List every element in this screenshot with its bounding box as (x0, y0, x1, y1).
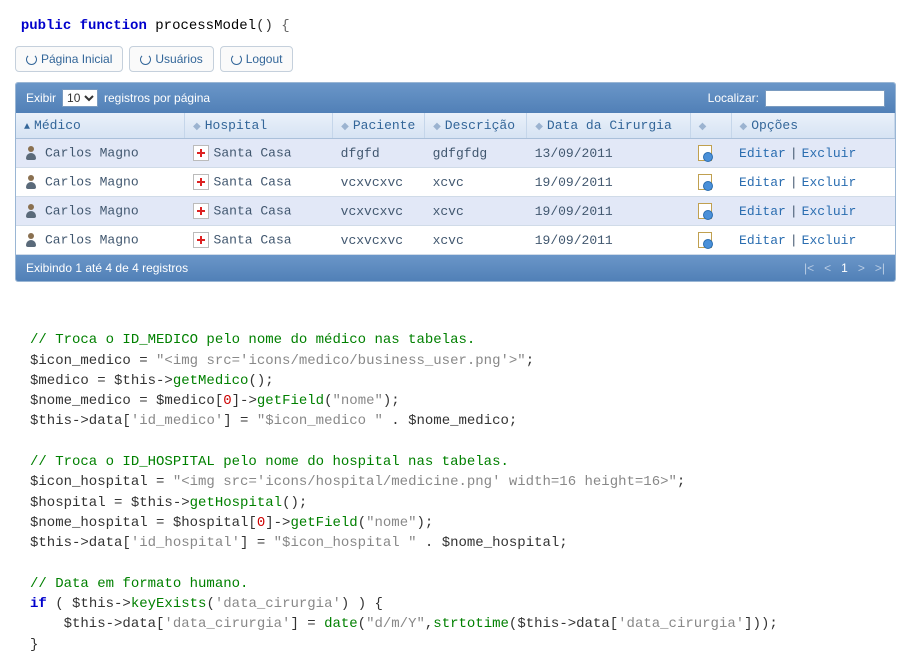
col-icon[interactable] (690, 113, 731, 139)
sort-asc-icon (24, 122, 30, 133)
cell-paciente: vcxvcxvc (333, 197, 425, 226)
edit-link[interactable]: Editar (739, 175, 786, 190)
cell-hospital: Santa Casa (214, 174, 292, 189)
cell-paciente: vcxvcxvc (333, 226, 425, 255)
table-row: Carlos Magno Santa Casa vcxvcxvcxcvc19/09/… (16, 226, 895, 255)
logout-button[interactable]: Logout (220, 46, 294, 72)
datatable-footer: Exibindo 1 até 4 de 4 registros |< < 1 >… (16, 255, 895, 281)
datatable-toolbar: Exibir 10 registros por página Localizar… (16, 83, 895, 113)
col-descricao[interactable]: Descrição (425, 113, 527, 139)
cell-medico: Carlos Magno (45, 174, 139, 189)
keyword-function: function (80, 18, 147, 34)
col-hospital[interactable]: Hospital (185, 113, 333, 139)
col-opcoes[interactable]: Opções (731, 113, 894, 139)
delete-link[interactable]: Excluir (802, 175, 857, 190)
page-info-icon[interactable] (698, 232, 712, 248)
table-header-row: Médico Hospital Paciente Descrição Data … (16, 113, 895, 139)
search-input[interactable] (765, 90, 885, 107)
pager-current[interactable]: 1 (841, 261, 848, 275)
table-row: Carlos Magno Santa Casa vcxvcxvcxcvc19/09/… (16, 197, 895, 226)
delete-link[interactable]: Excluir (802, 233, 857, 248)
cell-descricao: xcvc (425, 226, 527, 255)
home-button-label: Página Inicial (41, 52, 112, 66)
cell-descricao: xcvc (425, 197, 527, 226)
table-row: Carlos Magno Santa Casa dfgfdgdfgfdg13/09/… (16, 139, 895, 168)
hospital-icon (193, 145, 209, 161)
edit-link[interactable]: Editar (739, 204, 786, 219)
cell-hospital: Santa Casa (214, 145, 292, 160)
hospital-icon (193, 232, 209, 248)
pager-next[interactable]: > (858, 261, 865, 275)
users-button-label: Usuários (155, 52, 202, 66)
col-data[interactable]: Data da Cirurgia (527, 113, 690, 139)
search-label: Localizar: (708, 91, 759, 105)
edit-link[interactable]: Editar (739, 146, 786, 161)
user-icon (24, 145, 40, 161)
cell-paciente: vcxvcxvc (333, 168, 425, 197)
cell-data: 19/09/2011 (527, 197, 690, 226)
delete-link[interactable]: Excluir (802, 204, 857, 219)
user-icon (24, 203, 40, 219)
sort-icon (740, 121, 748, 133)
sort-icon (699, 121, 707, 133)
edit-link[interactable]: Editar (739, 233, 786, 248)
cell-medico: Carlos Magno (45, 145, 139, 160)
users-button[interactable]: Usuários (129, 46, 213, 72)
cell-medico: Carlos Magno (45, 232, 139, 247)
cell-medico: Carlos Magno (45, 203, 139, 218)
page-info-icon[interactable] (698, 174, 712, 190)
cell-descricao: xcvc (425, 168, 527, 197)
sort-icon (433, 121, 441, 133)
cell-data: 13/09/2011 (527, 139, 690, 168)
datatable: Exibir 10 registros por página Localizar… (15, 82, 896, 282)
datatable-table: Médico Hospital Paciente Descrição Data … (16, 113, 895, 255)
user-icon (24, 232, 40, 248)
cell-hospital: Santa Casa (214, 203, 292, 218)
page-info-icon[interactable] (698, 145, 712, 161)
pager-first[interactable]: |< (804, 261, 814, 275)
sort-icon (535, 121, 543, 133)
page-info-icon[interactable] (698, 203, 712, 219)
hospital-icon (193, 174, 209, 190)
cell-data: 19/09/2011 (527, 168, 690, 197)
cell-data: 19/09/2011 (527, 226, 690, 255)
page-size-select[interactable]: 10 (62, 89, 98, 107)
function-signature: public function processModel() { (0, 0, 911, 36)
cell-descricao: gdfgfdg (425, 139, 527, 168)
nav-buttons: Página Inicial Usuários Logout (15, 46, 896, 72)
refresh-icon (26, 54, 37, 65)
pager: |< < 1 > >| (804, 261, 885, 275)
pager-last[interactable]: >| (875, 261, 885, 275)
user-icon (24, 174, 40, 190)
sort-icon (341, 121, 349, 133)
delete-link[interactable]: Excluir (802, 146, 857, 161)
footer-info: Exibindo 1 até 4 de 4 registros (26, 261, 188, 275)
show-label: Exibir (26, 91, 56, 105)
col-paciente[interactable]: Paciente (333, 113, 425, 139)
table-row: Carlos Magno Santa Casa vcxvcxvcxcvc19/09/… (16, 168, 895, 197)
app-panel: Página Inicial Usuários Logout Exibir 10… (15, 46, 896, 282)
keyword-public: public (21, 18, 71, 34)
per-page-label: registros por página (104, 91, 210, 105)
refresh-icon (140, 54, 151, 65)
code-block: // Troca o ID_MEDICO pelo nome do médico… (0, 302, 911, 659)
pager-prev[interactable]: < (824, 261, 831, 275)
sort-icon (193, 121, 201, 133)
function-name: processModel (155, 18, 256, 34)
logout-button-label: Logout (246, 52, 283, 66)
refresh-icon (231, 54, 242, 65)
col-medico[interactable]: Médico (16, 113, 185, 139)
cell-paciente: dfgfd (333, 139, 425, 168)
home-button[interactable]: Página Inicial (15, 46, 123, 72)
hospital-icon (193, 203, 209, 219)
cell-hospital: Santa Casa (214, 232, 292, 247)
